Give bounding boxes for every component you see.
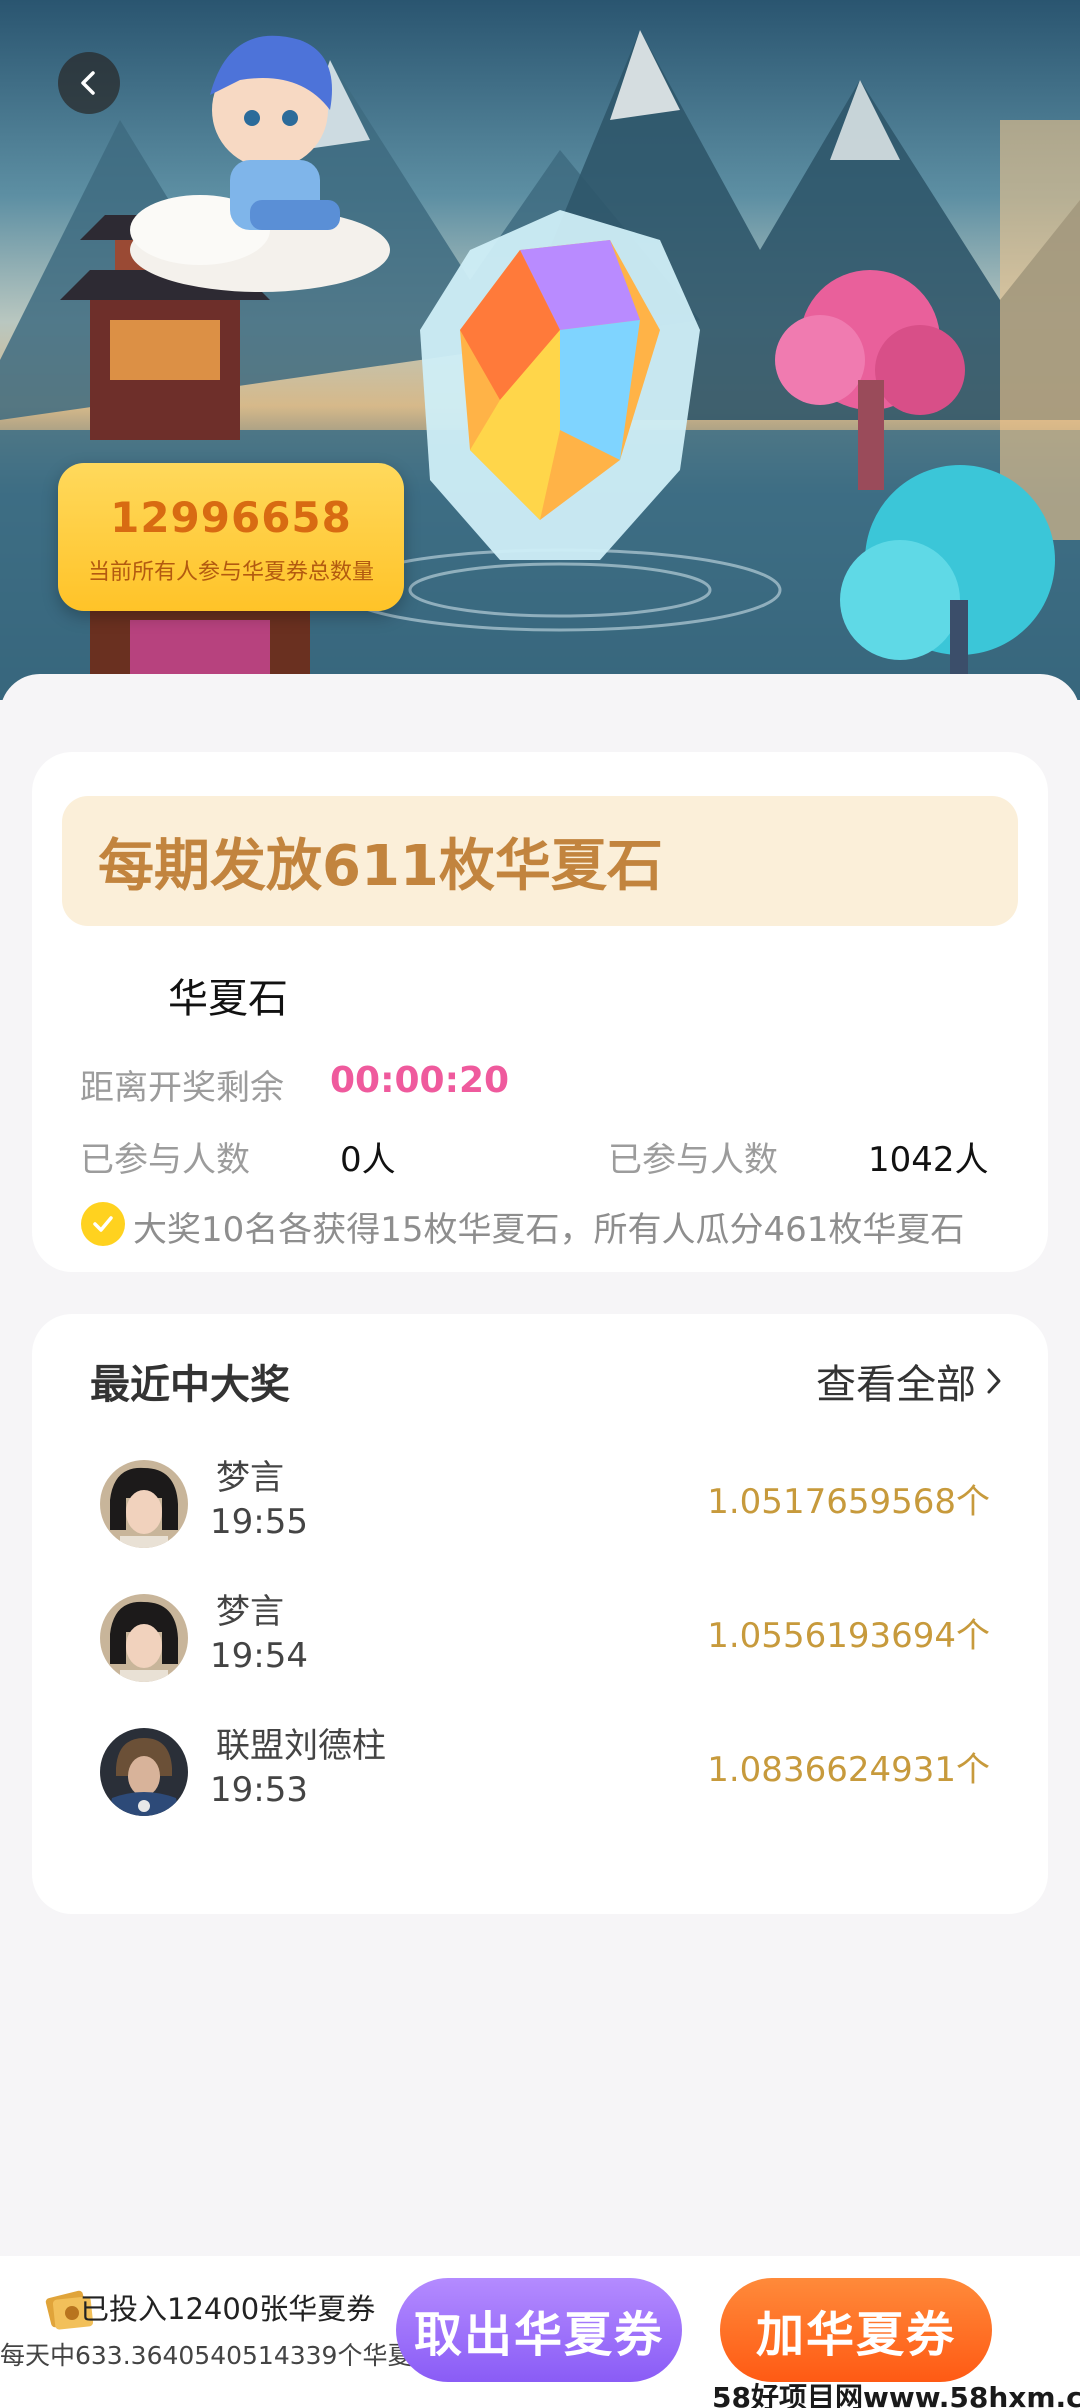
- winner-name: 联盟刘德柱: [216, 1726, 386, 1766]
- winner-amount: 1.0517659568个: [707, 1482, 990, 1522]
- issue-banner: 每期发放611枚华夏石: [62, 796, 1018, 926]
- winner-name: 梦言: [216, 1458, 284, 1498]
- check-icon: [81, 1202, 125, 1246]
- hero-banner: 12996658 当前所有人参与华夏券总数量: [0, 0, 1080, 700]
- winner-row: 联盟刘德柱 19:53 1.0836624931个: [32, 1712, 1048, 1832]
- withdraw-tickets-button[interactable]: 取出华夏券: [396, 2278, 682, 2382]
- chevron-left-icon: [81, 71, 95, 95]
- avatar: [100, 1728, 188, 1816]
- total-count-label: 当前所有人参与华夏券总数量: [87, 560, 374, 585]
- site-watermark: 58好项目网www.58hxm.com: [712, 2381, 1080, 2408]
- winner-name: 梦言: [216, 1592, 284, 1632]
- total-count: 12996658: [110, 493, 352, 542]
- total-participants-label: 已参与人数: [608, 1140, 778, 1180]
- prize-rule-note: 大奖10名各获得15枚华夏石，所有人瓜分461枚华夏石: [133, 1210, 965, 1250]
- winner-time: 19:55: [210, 1502, 308, 1542]
- my-participants-value: 0人: [340, 1140, 396, 1180]
- my-participants-label: 已参与人数: [80, 1140, 250, 1180]
- countdown-timer: 00:00:20: [330, 1060, 510, 1101]
- avatar: [100, 1594, 188, 1682]
- prize-name: 华夏石: [168, 976, 288, 1022]
- issue-banner-text: 每期发放611枚华夏石: [98, 833, 663, 899]
- winner-time: 19:54: [210, 1636, 308, 1676]
- total-participation-card: 12996658 当前所有人参与华夏券总数量: [58, 463, 404, 611]
- winner-time: 19:53: [210, 1770, 308, 1810]
- view-all-link[interactable]: 查看全部: [816, 1352, 1004, 1410]
- winner-amount: 1.0836624931个: [707, 1750, 990, 1790]
- countdown-label: 距离开奖剩余: [80, 1068, 284, 1108]
- add-tickets-button[interactable]: 加华夏券: [720, 2278, 992, 2382]
- recent-winners-card: 最近中大奖 查看全部 梦言 19:55 1.0517659568个 梦言 19:…: [32, 1314, 1048, 1914]
- winner-amount: 1.0556193694个: [707, 1616, 990, 1656]
- total-participants-value: 1042人: [868, 1140, 989, 1180]
- winner-row: 梦言 19:55 1.0517659568个: [32, 1444, 1048, 1564]
- winner-row: 梦言 19:54 1.0556193694个: [32, 1578, 1048, 1698]
- view-all-label: 查看全部: [816, 1362, 976, 1408]
- daily-winnings: 每天中633.3640540514339个华夏石: [0, 2341, 438, 2370]
- avatar: [100, 1460, 188, 1548]
- recent-winners-title: 最近中大奖: [90, 1362, 290, 1408]
- back-button[interactable]: [58, 52, 120, 114]
- issue-card: 每期发放611枚华夏石 华夏石 距离开奖剩余 00:00:20 已参与人数 0人…: [32, 752, 1048, 1272]
- chevron-right-icon: [987, 1368, 1001, 1394]
- invested-tickets: 已投入12400张华夏券: [80, 2292, 376, 2326]
